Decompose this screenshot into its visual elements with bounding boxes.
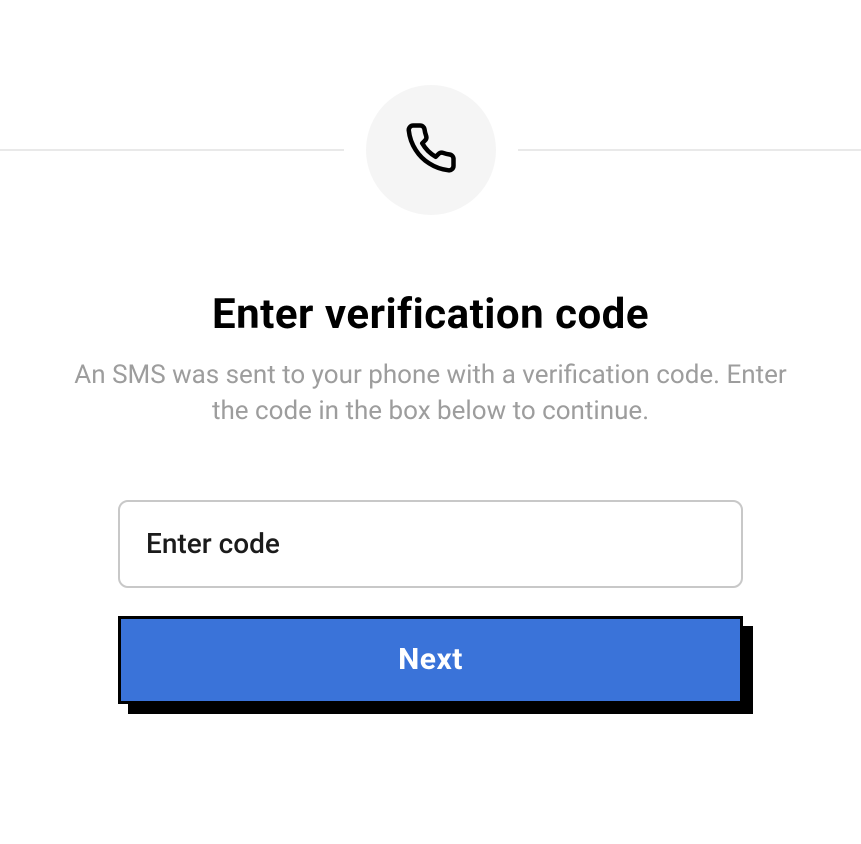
- verification-code-input[interactable]: [118, 500, 743, 588]
- verification-form: Next: [118, 500, 743, 704]
- next-button[interactable]: Next: [118, 616, 743, 704]
- divider-right: [518, 149, 861, 151]
- phone-icon: [404, 121, 458, 179]
- page-subtitle: An SMS was sent to your phone with a ver…: [61, 357, 801, 430]
- icon-circle: [366, 85, 496, 215]
- page-title: Enter verification code: [212, 290, 649, 339]
- header-row: [0, 85, 861, 215]
- next-button-container: Next: [118, 616, 743, 704]
- divider-left: [0, 149, 344, 151]
